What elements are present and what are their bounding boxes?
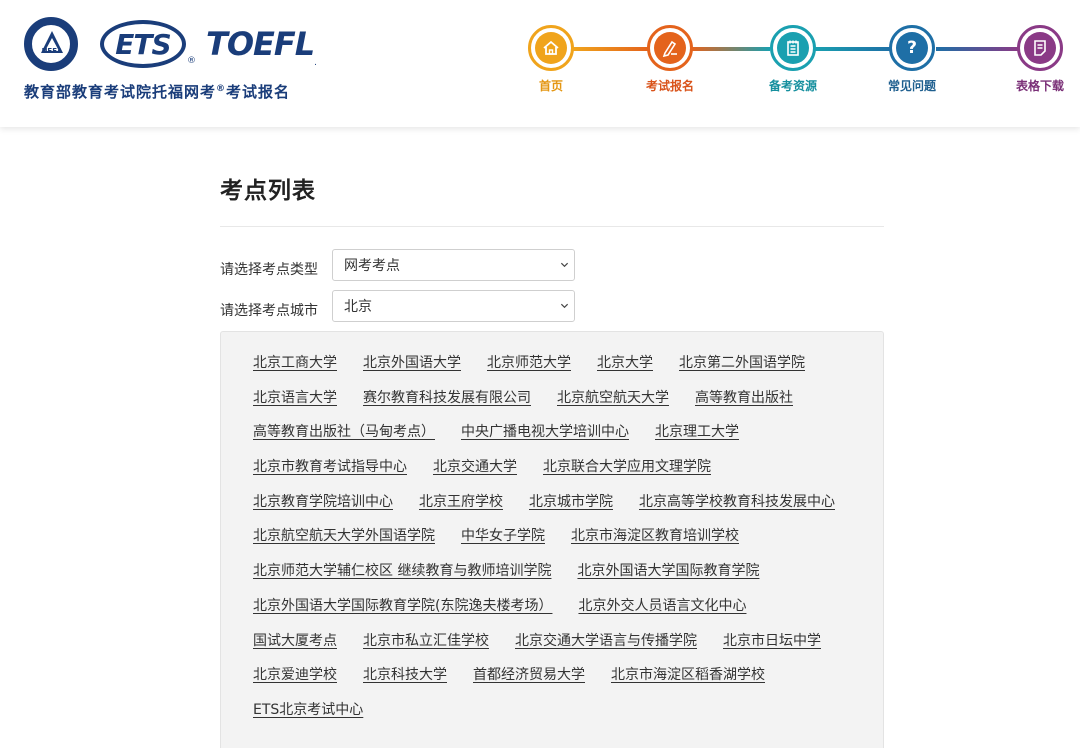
site-city-select[interactable]: 北京 <box>332 290 575 322</box>
site-row: 北京教育学院培训中心 北京王府学校 北京城市学院 北京高等学校教育科技发展中心 <box>253 491 883 526</box>
chevron-down-icon <box>560 303 569 309</box>
site-link[interactable]: 北京高等学校教育科技发展中心 <box>639 491 835 511</box>
site-link[interactable]: 北京交通大学 <box>433 456 517 476</box>
site-link[interactable]: 国试大厦考点 <box>253 630 337 650</box>
chevron-down-icon <box>560 262 569 268</box>
site-link[interactable]: 北京航空航天大学 <box>557 387 669 407</box>
site-type-label: 请选择考点类型 <box>220 262 318 278</box>
notebook-icon <box>777 32 809 64</box>
site-link[interactable]: 北京外国语大学国际教育学院(东院逸夫楼考场） <box>253 595 552 615</box>
site-city-label: 请选择考点城市 <box>220 303 318 319</box>
site-link[interactable]: 首都经济贸易大学 <box>473 664 585 684</box>
site-link[interactable]: 北京市海淀区稻香湖学校 <box>611 664 765 684</box>
site-link[interactable]: ETS北京考试中心 <box>253 699 363 719</box>
site-link[interactable]: 中央广播电视大学培训中心 <box>461 421 629 441</box>
site-row: 北京航空航天大学外国语学院 中华女子学院 北京市海淀区教育培训学校 <box>253 525 883 560</box>
site-link[interactable]: 北京第二外国语学院 <box>679 352 805 372</box>
site-link[interactable]: 北京科技大学 <box>363 664 447 684</box>
document-icon <box>1024 32 1056 64</box>
site-link[interactable]: 北京语言大学 <box>253 387 337 407</box>
site-type-row: 请选择考点类型 网考考点 <box>220 249 575 281</box>
site-link[interactable]: 北京师范大学 <box>487 352 571 372</box>
site-link[interactable]: 北京市私立汇佳学校 <box>363 630 489 650</box>
nav-faq[interactable]: ? 常见问题 <box>867 25 957 94</box>
site-link[interactable]: 中华女子学院 <box>461 525 545 545</box>
home-icon <box>535 32 567 64</box>
site-link[interactable]: 北京市教育考试指导中心 <box>253 456 407 476</box>
site-row: 高等教育出版社（马甸考点） 中央广播电视大学培训中心 北京理工大学 <box>253 421 883 456</box>
nav-prep-resources[interactable]: 备考资源 <box>748 25 838 94</box>
test-site-list: 北京工商大学 北京外国语大学 北京师范大学 北京大学 北京第二外国语学院 北京语… <box>220 331 884 748</box>
page-title: 考点列表 <box>220 178 316 204</box>
site-link[interactable]: 北京爱迪学校 <box>253 664 337 684</box>
site-row: ETS北京考试中心 <box>253 699 883 734</box>
site-row: 北京语言大学 赛尔教育科技发展有限公司 北京航空航天大学 高等教育出版社 <box>253 387 883 422</box>
site-link[interactable]: 北京交通大学语言与传播学院 <box>515 630 697 650</box>
site-link[interactable]: 北京航空航天大学外国语学院 <box>253 525 435 545</box>
site-link[interactable]: 高等教育出版社（马甸考点） <box>253 421 435 441</box>
site-link[interactable]: 北京外国语大学 <box>363 352 461 372</box>
site-row: 国试大厦考点 北京市私立汇佳学校 北京交通大学语言与传播学院 北京市日坛中学 <box>253 630 883 665</box>
site-link[interactable]: 北京王府学校 <box>419 491 503 511</box>
site-row: 北京市教育考试指导中心 北京交通大学 北京联合大学应用文理学院 <box>253 456 883 491</box>
nav-exam-registration[interactable]: 考试报名 <box>625 25 715 94</box>
site-link[interactable]: 北京工商大学 <box>253 352 337 372</box>
site-link[interactable]: 高等教育出版社 <box>695 387 793 407</box>
site-link[interactable]: 北京师范大学辅仁校区 继续教育与教师培训学院 <box>253 560 551 580</box>
site-row: 北京外国语大学国际教育学院(东院逸夫楼考场） 北京外交人员语言文化中心 <box>253 595 883 630</box>
site-link[interactable]: 北京外国语大学国际教育学院 <box>577 560 759 580</box>
site-link[interactable]: 赛尔教育科技发展有限公司 <box>363 387 531 407</box>
site-link[interactable]: 北京城市学院 <box>529 491 613 511</box>
site-link[interactable]: 北京大学 <box>597 352 653 372</box>
question-icon: ? <box>896 32 928 64</box>
site-link[interactable]: 北京理工大学 <box>655 421 739 441</box>
site-link[interactable]: 北京市日坛中学 <box>723 630 821 650</box>
site-row: 北京工商大学 北京外国语大学 北京师范大学 北京大学 北京第二外国语学院 <box>253 352 883 387</box>
edit-icon <box>654 32 686 64</box>
site-link[interactable]: 北京教育学院培训中心 <box>253 491 393 511</box>
nav-home[interactable]: 首页 <box>506 25 596 94</box>
site-link[interactable]: 北京联合大学应用文理学院 <box>543 456 711 476</box>
nav-forms-download[interactable]: 表格下载 <box>995 25 1080 94</box>
site-link[interactable]: 北京外交人员语言文化中心 <box>578 595 746 615</box>
main-nav: 首页 考试报名 备考资源 ? 常见问题 表格下载 <box>0 0 1080 127</box>
site-city-row: 请选择考点城市 北京 <box>220 290 575 322</box>
site-row: 北京师范大学辅仁校区 继续教育与教师培训学院 北京外国语大学国际教育学院 <box>253 560 883 595</box>
title-divider <box>220 226 884 227</box>
site-type-select[interactable]: 网考考点 <box>332 249 575 281</box>
site-row: 北京爱迪学校 北京科技大学 首都经济贸易大学 北京市海淀区稻香湖学校 <box>253 664 883 699</box>
site-link[interactable]: 北京市海淀区教育培训学校 <box>571 525 739 545</box>
